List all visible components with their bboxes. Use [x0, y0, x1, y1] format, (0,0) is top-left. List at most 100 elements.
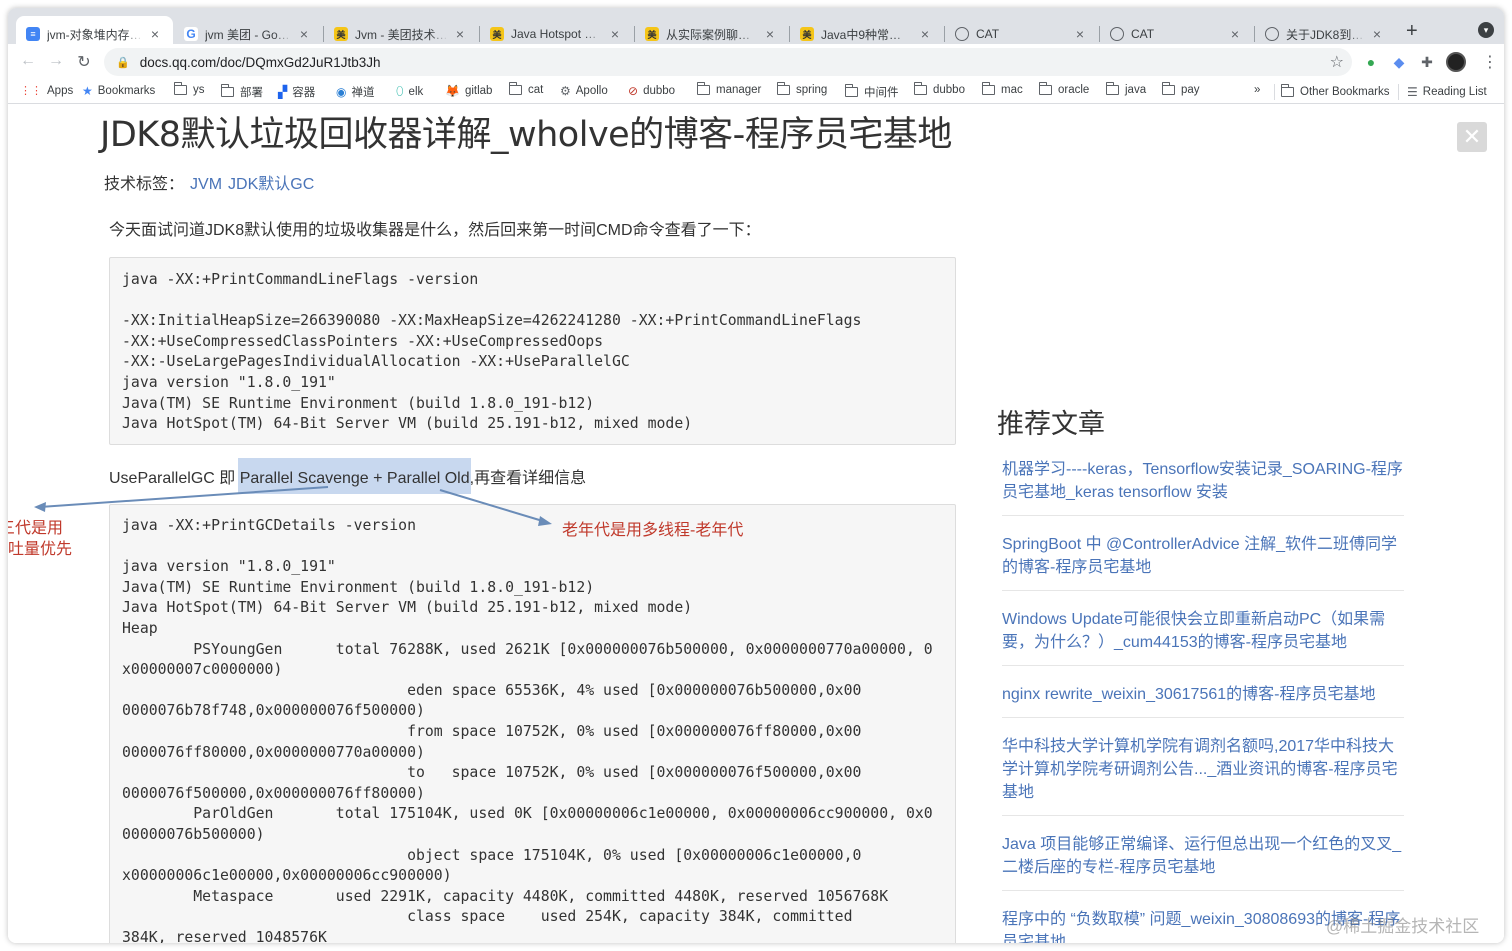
bookmark-folder[interactable]: 部署 [220, 84, 263, 100]
recommended-link[interactable]: Windows Update可能很快会立即重新启动PC（如果需要，为什么？）_c… [1002, 604, 1404, 666]
extension-layers-icon[interactable]: ◆ [1391, 54, 1407, 70]
annotation-old-gen: 老年代是用多线程-老年代 [562, 522, 744, 539]
close-icon[interactable]: ✕ [1457, 122, 1487, 152]
tab-close-icon[interactable]: × [762, 26, 778, 42]
bookmark-link[interactable]: ⊘ dubbo [628, 84, 675, 98]
bookmark-apps[interactable]: ⋮⋮ Apps [20, 84, 73, 98]
zentao-icon: ◉ [336, 85, 347, 99]
recommended-link[interactable]: 机器学习----keras，Tensorflow安装记录_SOARING-程序员… [1002, 454, 1404, 516]
recommended-link[interactable]: 华中科技大学计算机学院有调剂名额吗,2017华中科技大学计算机学院考研调剂公告.… [1002, 731, 1404, 816]
reading-list-icon: ☰ [1407, 85, 1418, 99]
bookmark-folder[interactable]: cat [508, 82, 543, 96]
lock-icon: 🔒 [116, 56, 130, 69]
globe-icon [1265, 27, 1279, 41]
reload-icon[interactable]: ↻ [74, 52, 94, 72]
folder-icon [844, 84, 858, 97]
address-bar[interactable]: 🔒 docs.qq.com/doc/DQmxGd2JuR1Jtb3Jh ☆ [104, 48, 1352, 76]
elk-icon: ⬯ [396, 84, 404, 98]
tab-title: Java中9种常见的CMS [821, 27, 913, 42]
toolbar: ← → ↻ 🔒 docs.qq.com/doc/DQmxGd2JuR1Jtb3J… [8, 44, 1504, 80]
bookmark-link[interactable]: ⚙ Apollo [560, 84, 608, 98]
reading-list[interactable]: ☰ Reading List [1398, 84, 1487, 100]
bookmark-folder[interactable]: ys [173, 82, 205, 96]
tab-title: CAT [976, 27, 1000, 41]
bookmarks-bar: ⋮⋮ Apps ★ Bookmarks ys 部署 ▞ 容器 ◉ 禅道 ⬯ elk 🦊 gi… [8, 80, 1504, 104]
tab-close-icon[interactable]: × [1072, 26, 1088, 42]
tab-title: jvm-对象堆内存分代 [47, 27, 143, 42]
recommended-list: 机器学习----keras，Tensorflow安装记录_SOARING-程序员… [1002, 454, 1404, 943]
folder-icon [913, 82, 927, 95]
bookmark-folder[interactable]: dubbo [913, 82, 965, 96]
apps-grid-icon: ⋮⋮ [20, 85, 42, 97]
menu-icon[interactable]: ⋮ [1482, 52, 1498, 72]
arrow-right-line [439, 489, 547, 523]
bookmarks-overflow-button[interactable]: » [1254, 84, 1260, 96]
docs-icon: ≡ [26, 27, 40, 41]
bookmark-folder[interactable]: manager [696, 82, 761, 96]
tab-title: Java Hotspot G1 GC [511, 27, 603, 41]
folder-icon [1105, 82, 1119, 95]
tab-close-icon[interactable]: × [917, 26, 933, 42]
bookmark-folder[interactable]: pay [1161, 82, 1200, 96]
docker-icon: ▞ [278, 85, 288, 99]
tab-title: jvm 美团 - Google 搜索 [205, 27, 292, 42]
evernote-icon[interactable]: ● [1363, 54, 1379, 70]
globe-icon [955, 27, 969, 41]
bookmark-link[interactable]: ◉ 禅道 [336, 84, 374, 100]
forward-icon[interactable]: → [46, 52, 66, 70]
meituan-icon: 美 [800, 27, 814, 41]
bookmark-link[interactable]: ⬯ elk [396, 84, 423, 99]
tab-title: 关于JDK8到底默认 [1286, 27, 1365, 42]
recommended-title: 推荐文章 [997, 409, 1105, 440]
folder-icon [1161, 82, 1175, 95]
recommended-link[interactable]: Java 项目能够正常编译、运行但总出现一个红色的叉叉_二楼后座的专栏-程序员宅… [1002, 829, 1404, 891]
tab-close-icon[interactable]: × [1227, 26, 1243, 42]
extensions-puzzle-icon[interactable]: ✚ [1419, 54, 1435, 70]
folder-icon [1038, 82, 1052, 95]
bookmark-folder[interactable]: java [1105, 82, 1146, 96]
meituan-icon: 美 [490, 27, 504, 41]
tab-title: CAT [1131, 27, 1155, 41]
other-bookmarks[interactable]: Other Bookmarks [1274, 84, 1389, 100]
folder-icon [220, 84, 234, 97]
globe-icon [1110, 27, 1124, 41]
recommended-link[interactable]: nginx rewrite_weixin_30617561的博客-程序员宅基地 [1002, 679, 1404, 718]
folder-icon [696, 82, 710, 95]
browser-window: ≡ jvm-对象堆内存分代 × G jvm 美团 - Google 搜索 × 美… [8, 8, 1504, 943]
arrow-left-line [39, 486, 329, 508]
recommended-link[interactable]: SpringBoot 中 @ControllerAdvice 注解_软件二班傅同… [1002, 529, 1404, 591]
bookmark-link[interactable]: ▞ 容器 [278, 84, 315, 100]
meituan-icon: 美 [334, 27, 348, 41]
folder-icon [776, 82, 790, 95]
bookmark-folder[interactable]: 中间件 [844, 84, 899, 100]
tab-close-icon[interactable]: × [296, 26, 312, 42]
bookmark-link[interactable]: 🦊 gitlab [445, 84, 492, 98]
watermark: @稀土掘金技术社区 [1326, 917, 1480, 936]
bookmark-star-icon[interactable]: ☆ [1330, 52, 1344, 72]
tab-title: Jvm - 美团技术团队 [355, 27, 448, 42]
page-content: JDK8默认垃圾回收器详解_wholve的博客-程序员宅基地 技术标签： JVM J… [8, 104, 1504, 943]
new-tab-button[interactable]: + [1406, 21, 1418, 41]
tab-close-icon[interactable]: × [452, 26, 468, 42]
bookmark-folder[interactable]: mac [981, 82, 1023, 96]
folder-icon [508, 82, 522, 95]
arrow-right-head [538, 516, 552, 526]
folder-icon [173, 82, 187, 95]
folder-icon [981, 82, 995, 95]
tab-close-icon[interactable]: × [147, 26, 163, 42]
tab-close-icon[interactable]: × [607, 26, 623, 42]
bookmark-folder[interactable]: oracle [1038, 82, 1089, 96]
apollo-gear-icon: ⚙ [560, 84, 571, 98]
folder-icon [1280, 84, 1294, 97]
gitlab-icon: 🦊 [445, 84, 460, 98]
back-icon[interactable]: ← [18, 52, 38, 70]
tab-search-icon[interactable]: ▾ [1478, 22, 1494, 38]
dubbo-icon: ⊘ [628, 84, 639, 98]
annotation-young-gen: 三代是用 吐量优先 [8, 520, 73, 558]
bookmark-bookmarks[interactable]: ★ Bookmarks [82, 84, 155, 98]
arrow-left-head [34, 502, 46, 512]
google-icon: G [184, 27, 198, 41]
avatar[interactable] [1446, 52, 1466, 72]
tab-close-icon[interactable]: × [1369, 26, 1385, 42]
bookmark-folder[interactable]: spring [776, 82, 827, 96]
